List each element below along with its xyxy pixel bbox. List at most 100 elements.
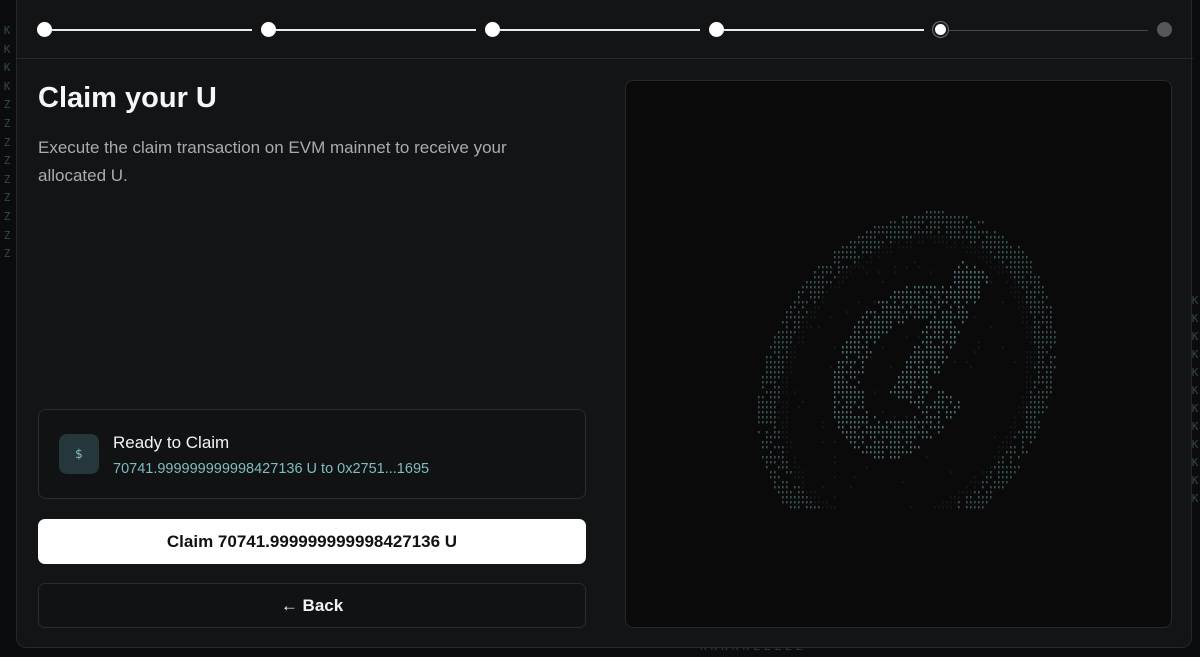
coin-art-glyph bbox=[838, 271, 840, 274]
coin-art-glyph bbox=[790, 441, 792, 444]
coin-art-glyph bbox=[918, 421, 920, 424]
coin-art-glyph bbox=[926, 351, 928, 354]
coin-art-glyph bbox=[774, 351, 776, 354]
coin-art-glyph bbox=[774, 486, 776, 489]
coin-art-glyph bbox=[802, 306, 804, 309]
coin-art-glyph bbox=[870, 436, 872, 439]
coin-art-glyph bbox=[938, 406, 940, 409]
coin-art-glyph bbox=[938, 426, 940, 429]
coin-art-glyph bbox=[838, 376, 840, 379]
coin-art-glyph bbox=[934, 506, 936, 509]
coin-art-glyph bbox=[950, 231, 952, 234]
coin-art-glyph bbox=[906, 296, 908, 299]
coin-art-glyph bbox=[970, 251, 972, 254]
coin-art-glyph bbox=[938, 356, 940, 359]
coin-art-glyph bbox=[994, 231, 996, 234]
coin-art-glyph bbox=[774, 336, 776, 339]
coin-art-glyph bbox=[786, 366, 788, 369]
coin-art-glyph bbox=[894, 456, 896, 459]
coin-art-glyph bbox=[866, 241, 868, 244]
coin-art-glyph bbox=[1046, 351, 1048, 354]
coin-art-glyph bbox=[958, 271, 960, 274]
coin-art-glyph bbox=[1030, 336, 1032, 339]
coin-art-glyph bbox=[778, 361, 780, 364]
coin-art-glyph bbox=[922, 381, 924, 384]
back-button[interactable]: ← Back bbox=[38, 583, 586, 628]
coin-art-glyph bbox=[922, 366, 924, 369]
coin-art-glyph bbox=[922, 286, 924, 289]
coin-art-glyph bbox=[1042, 376, 1044, 379]
coin-art-glyph bbox=[986, 471, 988, 474]
coin-art-glyph bbox=[894, 436, 896, 439]
coin-art-glyph bbox=[930, 436, 932, 439]
coin-art-glyph bbox=[970, 491, 972, 494]
coin-art-glyph bbox=[862, 371, 864, 374]
coin-art-glyph bbox=[990, 246, 992, 249]
coin-art-glyph bbox=[906, 391, 908, 394]
coin-art-glyph bbox=[1018, 261, 1020, 264]
coin-art-glyph bbox=[878, 226, 880, 229]
coin-art-glyph bbox=[786, 431, 788, 434]
coin-art-glyph bbox=[1030, 431, 1032, 434]
coin-art-glyph bbox=[926, 236, 928, 239]
coin-art-glyph bbox=[794, 326, 796, 329]
coin-art-glyph bbox=[978, 221, 980, 224]
coin-art-glyph bbox=[998, 456, 1000, 459]
coin-art-glyph bbox=[850, 376, 852, 379]
coin-art-glyph bbox=[862, 451, 864, 454]
coin-art-glyph bbox=[886, 311, 888, 314]
coin-art-glyph bbox=[774, 416, 776, 419]
coin-art-glyph bbox=[898, 421, 900, 424]
coin-art-glyph bbox=[890, 306, 892, 309]
coin-art-glyph bbox=[902, 221, 904, 224]
coin-art-glyph bbox=[890, 231, 892, 234]
coin-art-glyph bbox=[962, 236, 964, 239]
coin-art-glyph bbox=[826, 291, 828, 294]
coin-art-glyph bbox=[822, 441, 824, 444]
coin-art-glyph bbox=[938, 236, 940, 239]
coin-art-glyph bbox=[906, 221, 908, 224]
coin-art-glyph bbox=[918, 226, 920, 229]
coin-art-glyph bbox=[918, 296, 920, 299]
coin-art-glyph bbox=[774, 411, 776, 414]
coin-art-glyph bbox=[942, 391, 944, 394]
coin-art-glyph bbox=[974, 276, 976, 279]
coin-art-glyph bbox=[1038, 391, 1040, 394]
coin-art-glyph bbox=[894, 431, 896, 434]
coin-art-glyph bbox=[758, 416, 760, 419]
coin-art-glyph bbox=[978, 506, 980, 509]
coin-art-glyph bbox=[834, 411, 836, 414]
coin-art-glyph bbox=[838, 381, 840, 384]
coin-art-glyph bbox=[926, 301, 928, 304]
page-title: Claim your U bbox=[38, 82, 217, 114]
claim-button[interactable]: Claim 70741.999999999998427136 U bbox=[38, 519, 586, 564]
coin-art-glyph bbox=[934, 331, 936, 334]
coin-art-glyph bbox=[902, 246, 904, 249]
coin-art-glyph bbox=[878, 246, 880, 249]
coin-art-glyph bbox=[942, 361, 944, 364]
coin-art-glyph bbox=[818, 496, 820, 499]
coin-art-glyph bbox=[934, 351, 936, 354]
coin-art-glyph bbox=[962, 226, 964, 229]
coin-art-glyph bbox=[846, 401, 848, 404]
coin-art-glyph bbox=[894, 386, 896, 389]
coin-art-glyph bbox=[946, 506, 948, 509]
coin-art-glyph bbox=[906, 431, 908, 434]
coin-art-glyph bbox=[1034, 336, 1036, 339]
coin-art-glyph bbox=[842, 366, 844, 369]
coin-art-glyph bbox=[770, 451, 772, 454]
coin-art-glyph bbox=[874, 226, 876, 229]
coin-art-glyph bbox=[774, 346, 776, 349]
coin-art-glyph bbox=[942, 396, 944, 399]
coin-art-glyph bbox=[762, 446, 764, 449]
coin-art-glyph bbox=[858, 426, 860, 429]
coin-art-glyph bbox=[786, 441, 788, 444]
coin-art-glyph bbox=[974, 281, 976, 284]
coin-art-glyph bbox=[978, 481, 980, 484]
coin-art-glyph bbox=[842, 266, 844, 269]
coin-art-glyph bbox=[1018, 301, 1020, 304]
coin-art-glyph bbox=[1030, 416, 1032, 419]
coin-art-glyph bbox=[1026, 321, 1028, 324]
coin-art-glyph bbox=[914, 286, 916, 289]
coin-art-glyph bbox=[906, 246, 908, 249]
